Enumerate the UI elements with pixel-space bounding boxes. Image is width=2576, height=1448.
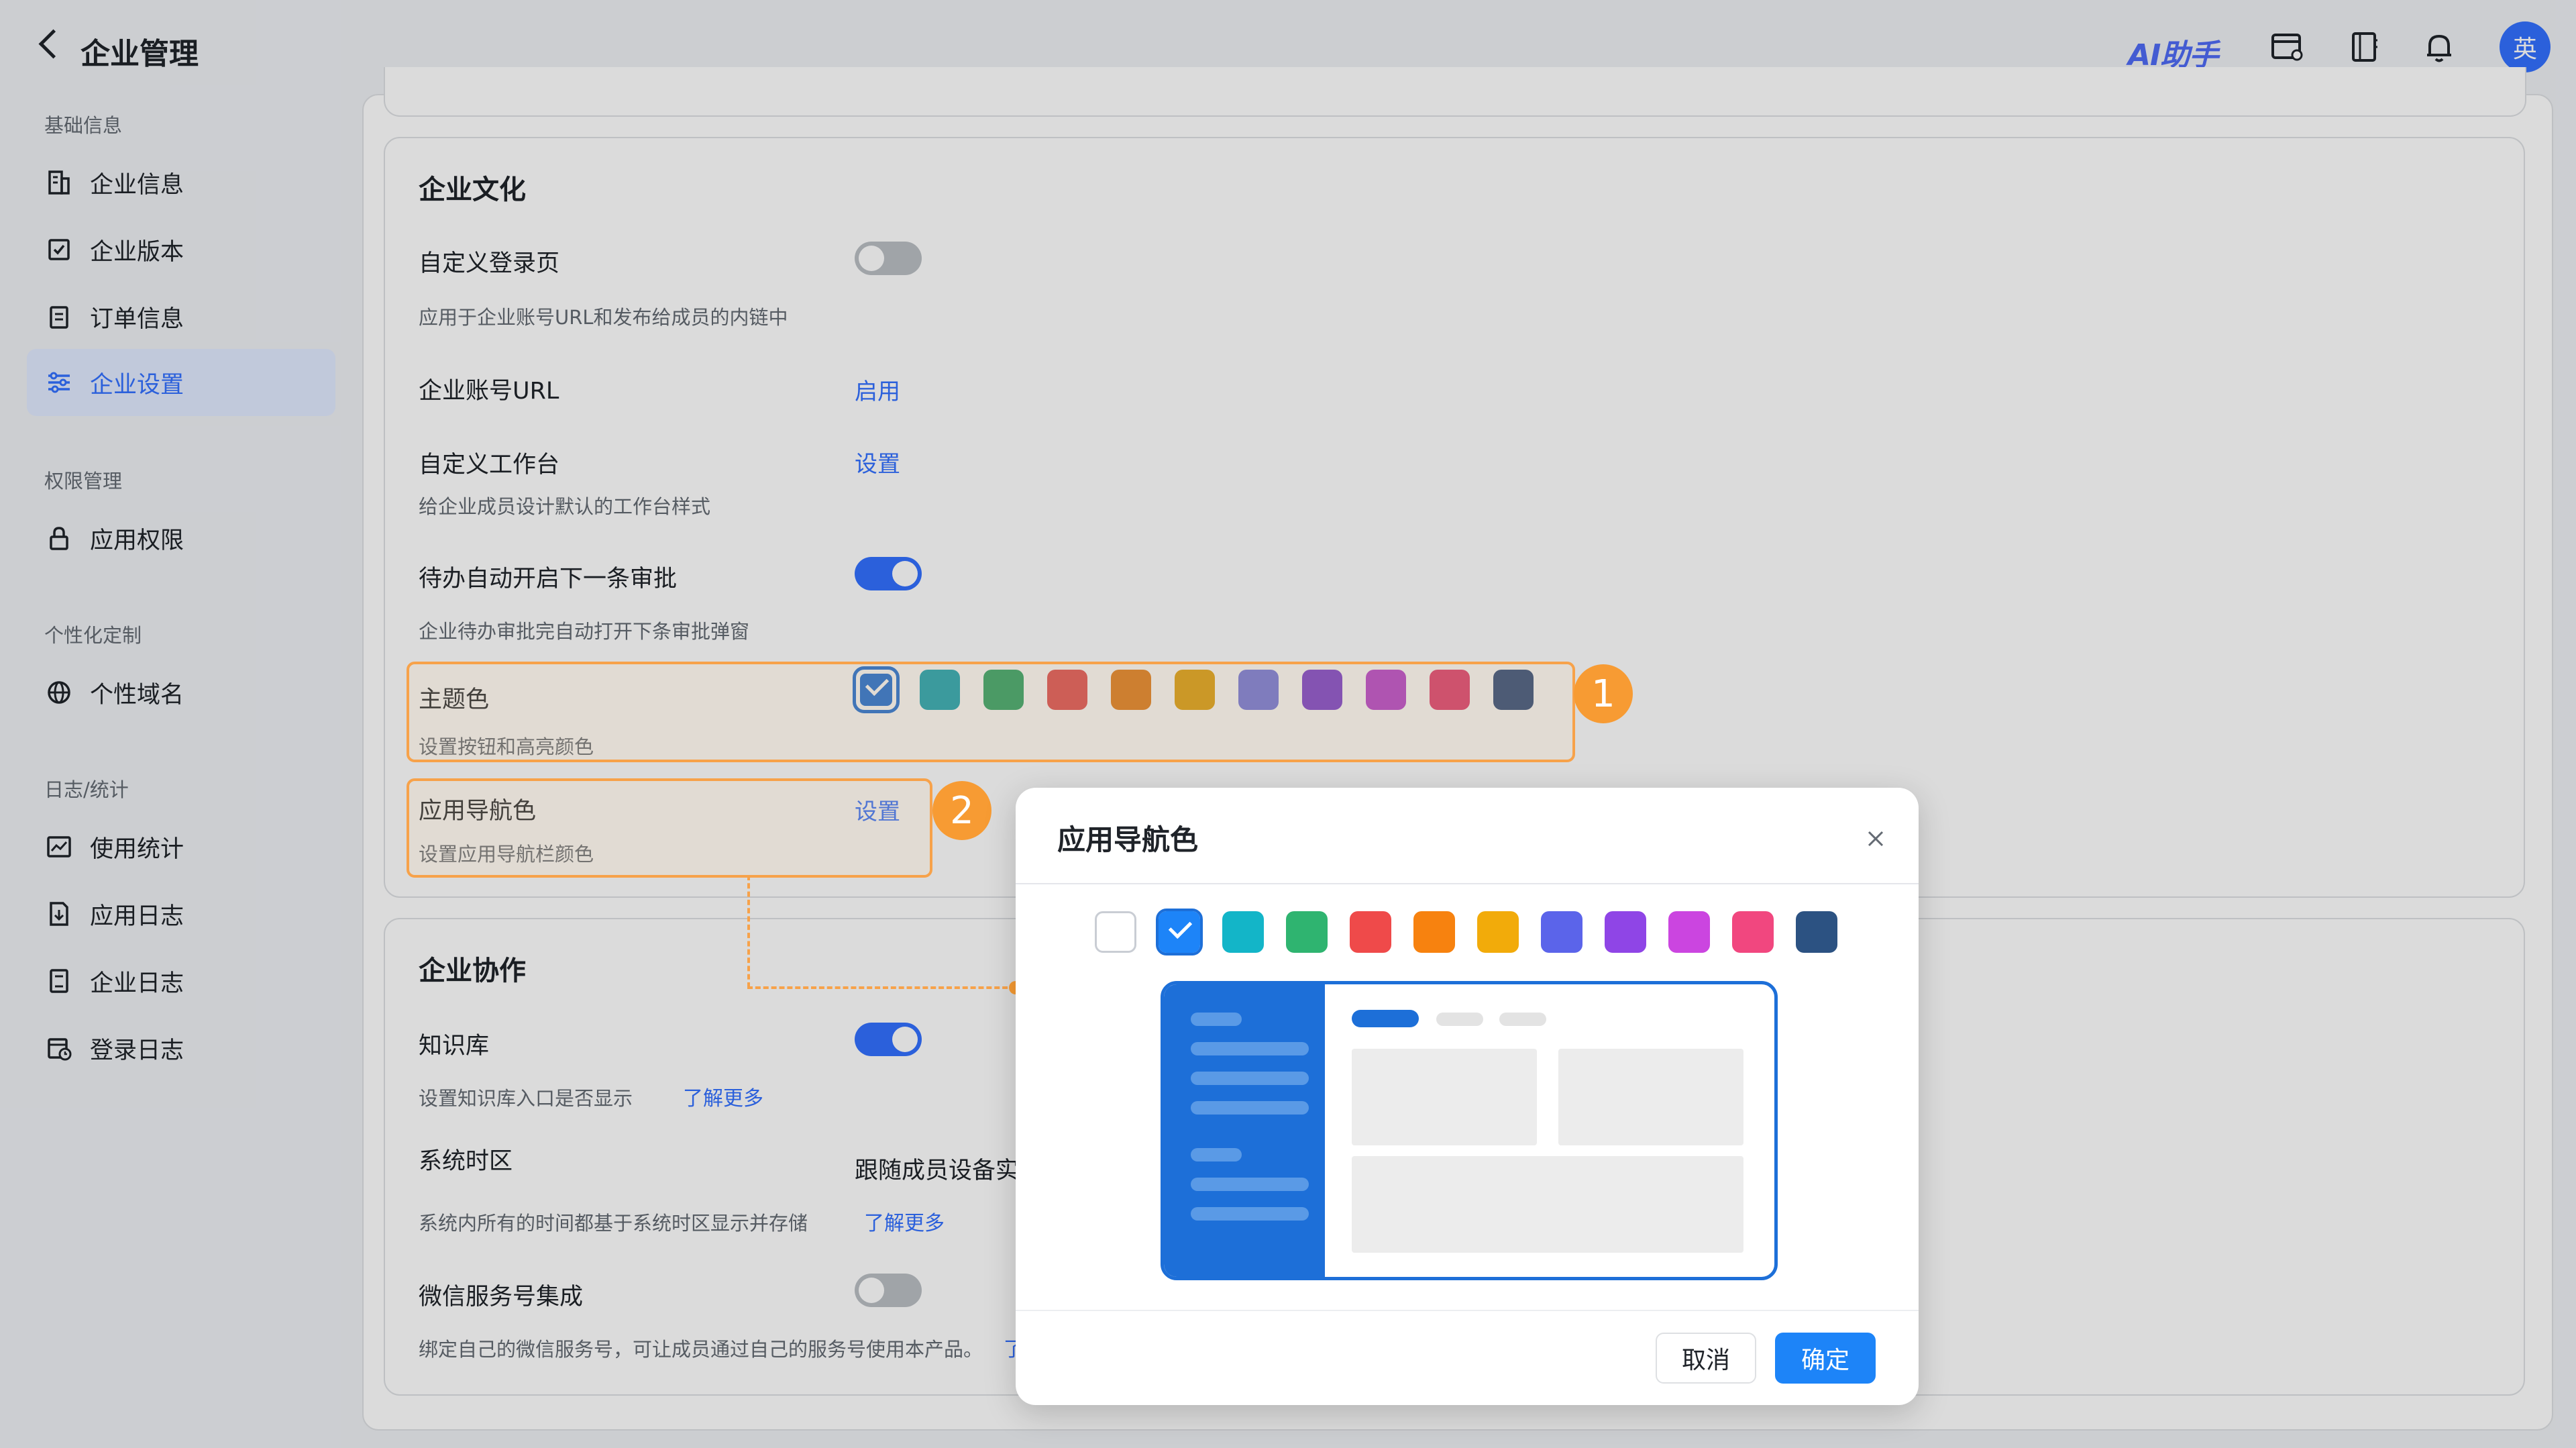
nav-color-preview [1161, 981, 1778, 1280]
check-icon [1168, 915, 1193, 939]
app-nav-color-highlight [407, 778, 932, 878]
annotation-badge-1: 1 [1574, 664, 1633, 723]
nav-color-swatch[interactable] [1796, 911, 1837, 953]
dialog-footer-divider [1016, 1310, 1919, 1311]
confirm-button[interactable]: 确定 [1775, 1333, 1876, 1384]
nav-color-swatch[interactable] [1541, 911, 1582, 953]
nav-color-swatch[interactable] [1222, 911, 1264, 953]
nav-color-dialog: 应用导航色 取消 确定 [1016, 788, 1919, 1405]
nav-color-swatch[interactable] [1668, 911, 1710, 953]
cancel-button[interactable]: 取消 [1656, 1333, 1756, 1384]
dialog-header-divider [1016, 883, 1919, 884]
nav-color-swatch[interactable] [1732, 911, 1774, 953]
nav-color-swatch[interactable] [1095, 911, 1136, 953]
nav-color-swatch[interactable] [1605, 911, 1646, 953]
preview-sidebar [1164, 984, 1325, 1277]
annotation-badge-2: 2 [932, 781, 991, 840]
close-icon[interactable] [1862, 825, 1889, 852]
nav-color-swatch[interactable] [1477, 911, 1519, 953]
annotation-connector [747, 875, 750, 988]
dialog-title: 应用导航色 [1057, 823, 1199, 856]
nav-color-swatch[interactable] [1156, 909, 1203, 955]
nav-color-swatch[interactable] [1286, 911, 1328, 953]
nav-color-swatch[interactable] [1413, 911, 1455, 953]
nav-color-swatch[interactable] [1350, 911, 1391, 953]
annotation-connector-horizontal [747, 986, 1016, 989]
theme-color-highlight [407, 662, 1575, 762]
